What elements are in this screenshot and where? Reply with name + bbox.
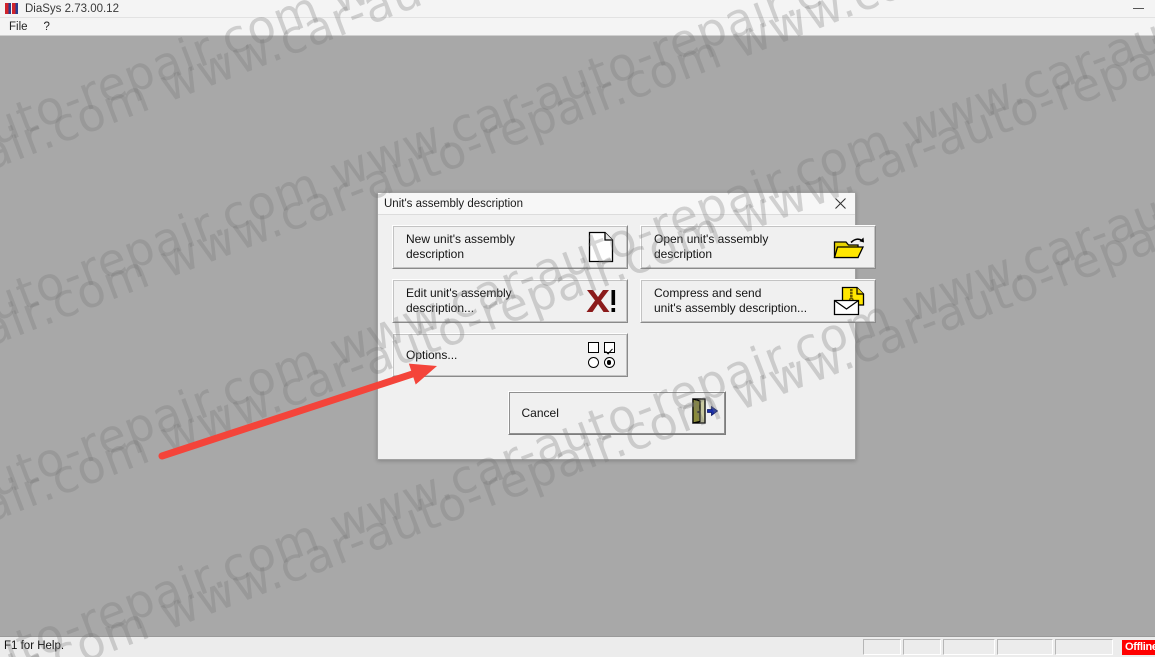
minimize-button[interactable] (1121, 0, 1155, 18)
dialog-title: Unit's assembly description (384, 197, 523, 210)
status-panel-5 (1055, 639, 1113, 655)
menu-item-file[interactable]: File (2, 20, 35, 34)
new-document-icon (581, 228, 621, 266)
dialog-body: New unit's assembly description Open uni… (378, 215, 876, 435)
unit-assembly-description-dialog: Unit's assembly description New unit's a… (377, 192, 876, 460)
radio-selected-icon (603, 357, 615, 368)
open-unit-assembly-description-button[interactable]: Open unit's assembly description (640, 225, 876, 269)
options-label: Options... (406, 347, 458, 362)
new-unit-assembly-description-button[interactable]: New unit's assembly description (392, 225, 628, 269)
cancel-button[interactable]: Cancel (507, 391, 726, 435)
zip-envelope-icon (829, 282, 869, 320)
exit-door-icon (689, 396, 719, 431)
close-icon (834, 198, 846, 209)
compress-and-send-unit-assembly-description-button[interactable]: Compress and send unit's assembly descri… (640, 279, 876, 323)
window-title-bar: DiaSys 2.73.00.12 (0, 0, 1155, 18)
dialog-title-bar: Unit's assembly description (378, 193, 855, 215)
window-title: DiaSys 2.73.00.12 (25, 2, 119, 15)
cancel-label: Cancel (521, 406, 559, 420)
red-x-exclamation-icon (581, 282, 621, 320)
dialog-close-button[interactable] (825, 193, 855, 214)
radio-unselected-icon (587, 357, 599, 368)
status-panel-4 (997, 639, 1053, 655)
action-button-grid: New unit's assembly description Open uni… (392, 225, 876, 323)
status-panel-1 (863, 639, 901, 655)
menu-bar: File ? (0, 18, 1155, 36)
app-logo-icon (5, 3, 19, 14)
status-help-text: F1 for Help. (4, 640, 65, 652)
checkbox-radio-icon (581, 336, 621, 374)
minimize-icon (1132, 8, 1144, 9)
connection-status-wrap: Offline F (1122, 639, 1155, 655)
cancel-row: Cancel (392, 391, 841, 435)
edit-unit-assembly-description-label: Edit unit's assembly description... (406, 286, 512, 315)
options-button[interactable]: Options... (392, 333, 628, 377)
open-folder-icon (829, 228, 869, 266)
status-panel-3 (943, 639, 995, 655)
edit-unit-assembly-description-button[interactable]: Edit unit's assembly description... (392, 279, 628, 323)
new-unit-assembly-description-label: New unit's assembly description (406, 232, 515, 261)
window-controls (1121, 0, 1155, 18)
checkbox-unchecked-icon (587, 342, 599, 353)
compress-and-send-label: Compress and send unit's assembly descri… (654, 286, 808, 315)
status-badge-offline: Offline (1122, 639, 1155, 655)
menu-item-help[interactable]: ? (37, 20, 57, 34)
checkbox-checked-icon (603, 342, 615, 353)
status-panel-2 (903, 639, 941, 655)
status-bar: F1 for Help. Offline F (0, 636, 1155, 657)
open-unit-assembly-description-label: Open unit's assembly description (654, 232, 769, 261)
